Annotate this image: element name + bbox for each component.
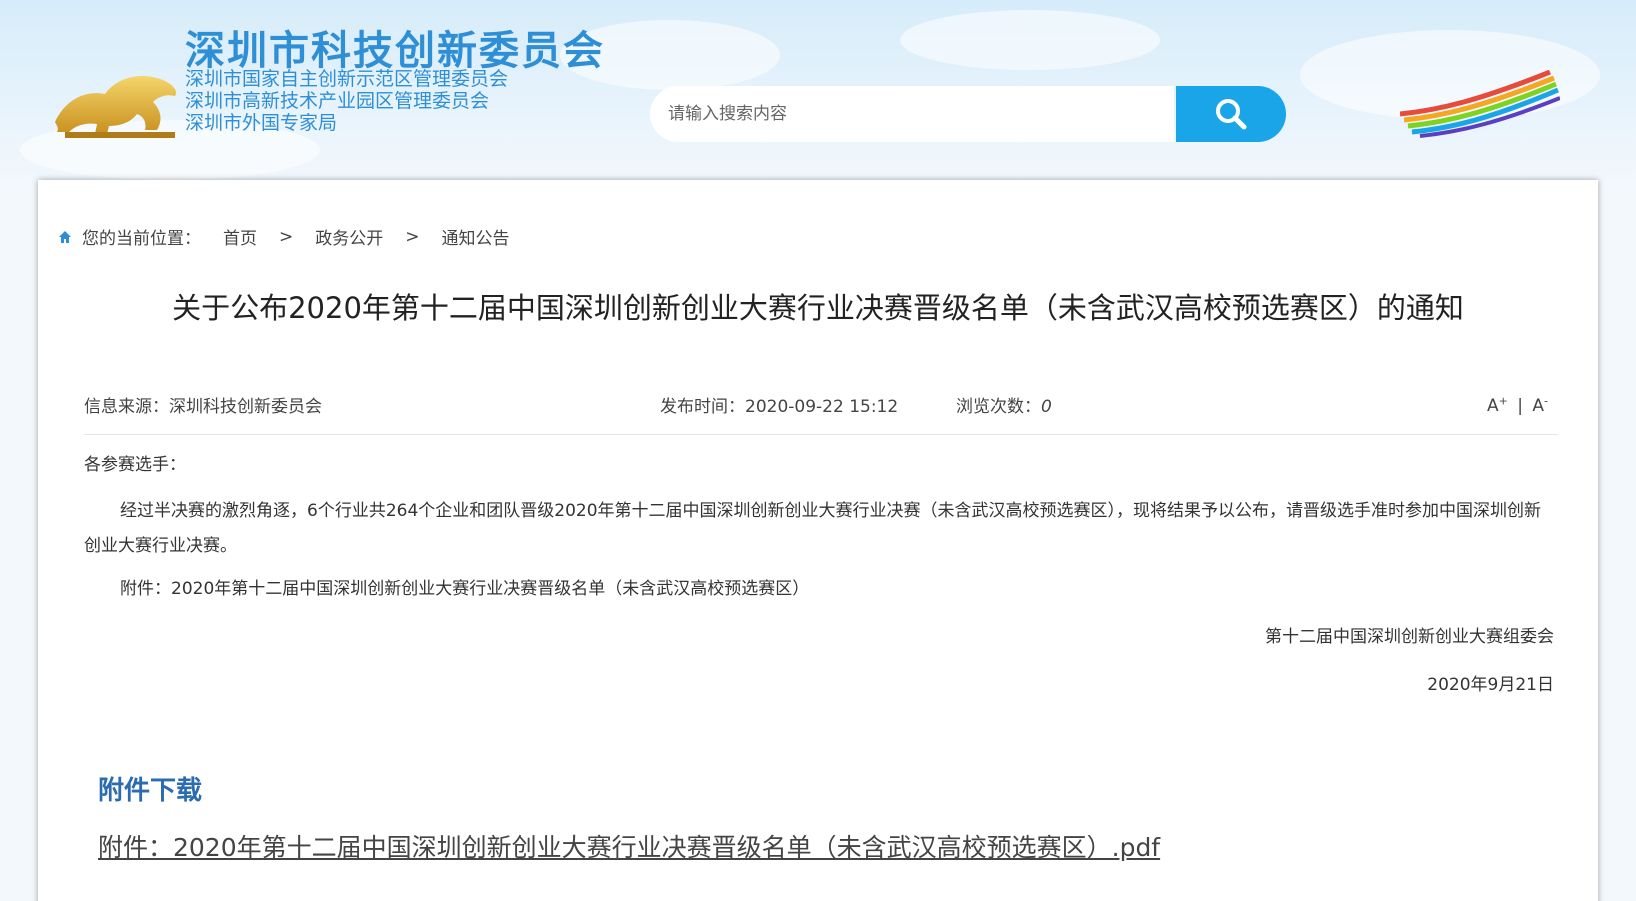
attachment-download-link[interactable]: 附件：2020年第十二届中国深圳创新创业大赛行业决赛晋级名单（未含武汉高校预选赛… [98,828,1160,864]
publish-time-label: 发布时间： [660,397,745,417]
breadcrumb-item-notices[interactable]: 通知公告 [442,224,510,249]
greeting: 各参赛选手： [84,455,186,475]
search-button[interactable] [1176,86,1286,142]
breadcrumb-item-home[interactable]: 首页 [223,224,257,249]
font-increase-button[interactable]: A+ [1486,394,1508,416]
search-bar [650,86,1286,142]
subtitle-line: 深圳市外国专家局 [185,112,338,134]
info-source-value: 深圳科技创新委员会 [169,397,322,417]
font-decrease-label: A [1532,395,1545,416]
article-meta: 信息来源：深圳科技创新委员会 发布时间：2020-09-22 15:12 浏览次… [84,392,1558,435]
page: 深圳市科技创新委员会 深圳市国家自主创新示范区管理委员会 深圳市高新技术产业园区… [0,0,1636,901]
search-icon [1216,99,1247,130]
subtitle-line: 深圳市高新技术产业园区管理委员会 [185,90,490,112]
font-increase-label: A [1486,395,1499,416]
view-count-label: 浏览次数： [956,397,1041,417]
view-count: 浏览次数：0 [956,392,1052,417]
site-header: 深圳市科技创新委员会 深圳市国家自主创新示范区管理委员会 深圳市高新技术产业园区… [0,0,1636,180]
info-source-label: 信息来源： [84,397,169,417]
attachments-heading: 附件下载 [98,776,203,806]
breadcrumb-label: 您的当前位置： [82,229,201,249]
publish-time: 发布时间：2020-09-22 15:12 [660,392,898,417]
font-decrease-button[interactable]: A- [1532,394,1548,416]
attachment-note: 附件：2020年第十二届中国深圳创新创业大赛行业决赛晋级名单（未含武汉高校预选赛… [120,579,810,599]
bull-emblem-icon [55,75,177,138]
article-card: 您的当前位置： 首页 > 政务公开 > 通知公告 关于公布2020年第十二届中国… [38,180,1598,901]
font-divider: | [1517,395,1523,416]
site-subtitles: 深圳市国家自主创新示范区管理委员会 深圳市高新技术产业园区管理委员会 深圳市外国… [185,68,508,134]
signature-date: 2020年9月21日 [1427,675,1554,695]
main-paragraph: 经过半决赛的激烈角逐，6个行业共264个企业和团队晋级2020年第十二届中国深圳… [84,501,1542,556]
organizer-signature: 第十二届中国深圳创新创业大赛组委会 [1265,627,1554,647]
cloud-decoration [900,10,1160,70]
info-source: 信息来源：深圳科技创新委员会 [84,392,322,417]
view-count-value: 0 [1041,397,1052,417]
font-size-controls: A+ | A- [1487,394,1548,416]
home-icon [59,230,71,243]
breadcrumb-item-government-affairs[interactable]: 政务公开 [315,224,383,249]
article-title: 关于公布2020年第十二届中国深圳创新创业大赛行业决赛晋级名单（未含武汉高校预选… [172,291,1464,325]
subtitle-line: 深圳市国家自主创新示范区管理委员会 [185,68,509,90]
publish-time-value: 2020-09-22 15:12 [745,397,899,417]
rainbow-ribbon-icon [1400,70,1560,138]
breadcrumb: 您的当前位置： 首页 > 政务公开 > 通知公告 [58,224,510,249]
breadcrumb-separator: > [279,226,294,247]
search-input[interactable] [650,86,1174,142]
breadcrumb-separator: > [405,226,420,247]
